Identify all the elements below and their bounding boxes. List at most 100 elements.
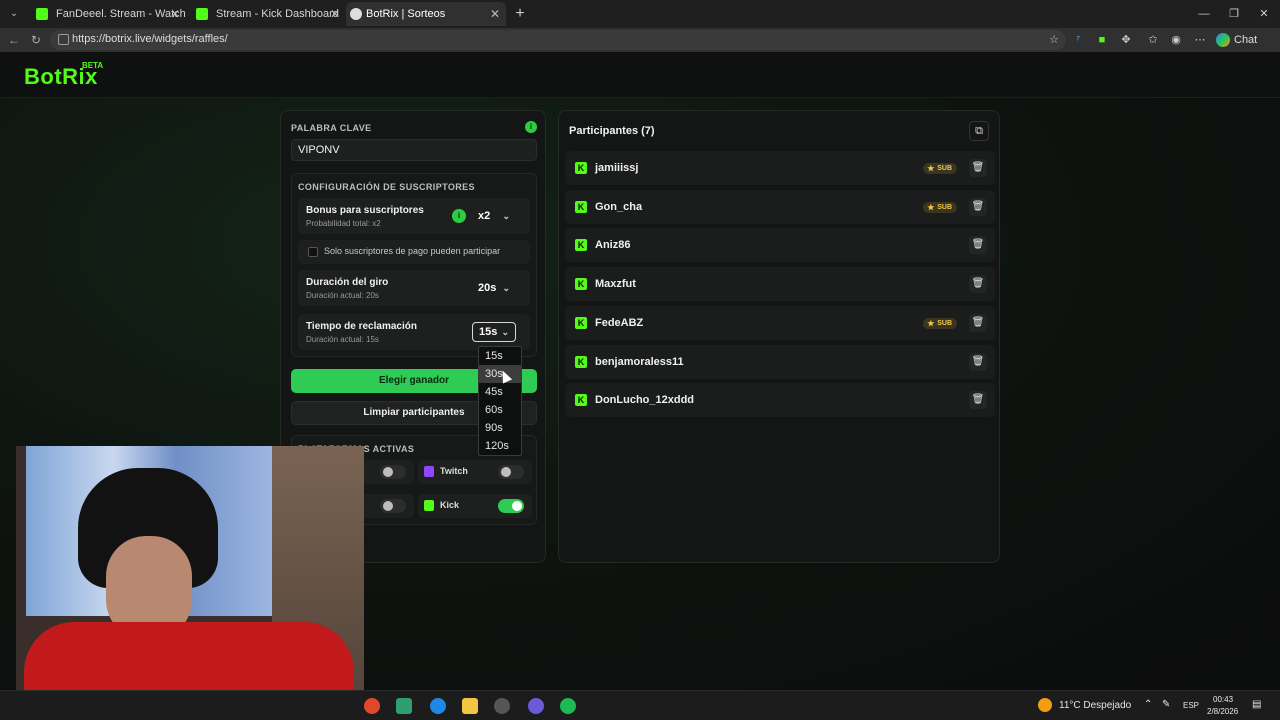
delete-participant-icon[interactable]: 🗑 (969, 313, 987, 332)
kick-icon: K (575, 394, 587, 407)
app-icon[interactable] (364, 698, 380, 714)
copilot-icon (1216, 33, 1230, 47)
delete-participant-icon[interactable]: 🗑 (969, 159, 987, 177)
discord-icon[interactable] (528, 698, 544, 714)
sub-badge: ★ SUB (923, 163, 957, 174)
store-icon[interactable] (396, 698, 412, 714)
participant-name: Gon_cha (595, 200, 643, 213)
claim-option[interactable]: 120s (479, 437, 521, 455)
participants-title: Participantes (7) (569, 125, 655, 137)
participant-name: FedeABZ (595, 316, 644, 329)
delete-participant-icon[interactable]: 🗑 (969, 236, 987, 255)
extension-icon[interactable]: ⁷ (1070, 32, 1086, 48)
toggle-knob (512, 501, 522, 511)
delete-participant-icon[interactable]: 🗑 (969, 275, 987, 294)
url-field[interactable]: https://botrix.live/widgets/raffles/ (50, 30, 1066, 50)
pen-icon[interactable]: ✎ (1162, 699, 1170, 710)
webcam-overlay (16, 446, 364, 690)
kick-icon: K (575, 355, 587, 368)
kick-icon: K (575, 278, 587, 291)
spin-title: Duración del giro (306, 277, 389, 288)
address-bar: ← ↻ https://botrix.live/widgets/raffles/… (0, 28, 1280, 52)
copilot-chat-button[interactable]: Chat (1216, 31, 1257, 49)
participant-name: benjamoraless11 (595, 355, 684, 368)
maximize-icon[interactable]: ❐ (1218, 0, 1250, 28)
delete-participant-icon[interactable]: 🗑 (969, 391, 987, 410)
clock-time[interactable]: 00:43 (1213, 695, 1233, 704)
tab-actions-icon[interactable]: ⌄ (4, 4, 24, 24)
site-info-icon[interactable] (58, 34, 69, 45)
browser-tab-bar: ⌄ FanDeeel. Stream - Watch Live on ✕ Str… (0, 0, 1280, 28)
close-tab-icon[interactable]: ✕ (170, 2, 180, 26)
claim-option[interactable]: 60s (479, 401, 521, 419)
claim-option[interactable]: 90s (479, 419, 521, 437)
star-icon: ★ (927, 202, 935, 212)
notifications-icon[interactable]: ▤ (1252, 699, 1261, 710)
paid-only-label: Solo suscriptores de pago pueden partici… (324, 246, 501, 256)
delete-participant-icon[interactable]: 🗑 (969, 352, 987, 371)
bonus-select[interactable]: x2 ⌄ (472, 206, 516, 226)
keyword-input[interactable]: VIPONV (291, 139, 537, 161)
claim-title: Tiempo de reclamación (306, 321, 417, 332)
language-indicator[interactable]: ESP (1183, 701, 1199, 710)
profile-icon[interactable]: ◉ (1168, 32, 1184, 48)
paid-only-checkbox[interactable] (308, 247, 318, 257)
claim-option[interactable]: 45s (479, 383, 521, 401)
claim-time-select[interactable]: 15s ⌄ (472, 322, 516, 342)
windows-taskbar: 11°C Despejado ⌃ ✎ ESP 00:43 2/8/2026 ▤ (0, 690, 1280, 720)
edge-icon[interactable] (430, 698, 446, 714)
spin-duration-row: Duración del giro Duración actual: 20s 2… (298, 270, 530, 306)
tab-kick-dashboard[interactable]: Stream - Kick Dashboard ✕ (186, 2, 346, 26)
minimize-icon[interactable]: — (1188, 0, 1220, 28)
subscriber-bonus-row: Bonus para suscriptores Probabilidad tot… (298, 198, 530, 234)
close-tab-icon[interactable]: ✕ (490, 2, 500, 26)
claim-select-value: 15s (479, 326, 498, 338)
bonus-info-icon[interactable]: i (452, 209, 466, 223)
close-tab-icon[interactable]: ✕ (330, 2, 340, 26)
kick-icon: K (575, 162, 587, 174)
clock-date[interactable]: 2/8/2026 (1207, 707, 1238, 716)
claim-subtitle: Duración actual: 15s (306, 335, 379, 344)
spin-subtitle: Duración actual: 20s (306, 291, 379, 300)
spotify-icon[interactable] (560, 698, 576, 714)
kick-icon: K (575, 239, 587, 252)
subscriber-config-label: CONFIGURACIÓN DE SUSCRIPTORES (298, 182, 475, 192)
tab-fandeeel[interactable]: FanDeeel. Stream - Watch Live on ✕ (26, 2, 186, 26)
info-icon[interactable]: i (525, 121, 537, 133)
participant-name: DonLucho_12xddd (595, 394, 695, 407)
claim-option[interactable]: 15s (479, 347, 521, 365)
platform-toggle[interactable] (380, 499, 406, 513)
close-window-icon[interactable]: ✕ (1248, 0, 1280, 28)
back-icon[interactable]: ← (6, 32, 22, 48)
beta-badge: BETA (82, 61, 104, 70)
participant-row: K Aniz86 🗑 (565, 228, 995, 263)
favorite-star-icon[interactable]: ☆ (1046, 32, 1062, 48)
reload-icon[interactable]: ↻ (28, 32, 44, 48)
delete-participant-icon[interactable]: 🗑 (969, 197, 987, 216)
participant-row: K Maxzfut 🗑 (565, 267, 995, 302)
botrix-favicon-icon (350, 8, 362, 20)
tray-chevron-icon[interactable]: ⌃ (1144, 699, 1152, 710)
tab-botrix-sorteos[interactable]: BotRix | Sorteos ✕ (346, 2, 506, 26)
kick-extension-icon[interactable]: ■ (1094, 32, 1110, 48)
platform-toggle[interactable] (380, 465, 406, 479)
kick-icon: K (575, 316, 587, 329)
paid-only-row[interactable]: Solo suscriptores de pago pueden partici… (298, 240, 530, 264)
more-options-icon[interactable]: ⋯ (1192, 32, 1208, 48)
sub-badge-label: SUB (937, 319, 952, 327)
favorites-icon[interactable]: ✩ (1145, 32, 1161, 48)
extensions-puzzle-icon[interactable]: ✥ (1118, 32, 1134, 48)
claim-time-row: Tiempo de reclamación Duración actual: 1… (298, 314, 530, 350)
copy-icon[interactable]: ⧉ (969, 121, 989, 141)
platform-name: Twitch (440, 466, 468, 476)
star-icon: ★ (927, 164, 935, 173)
spin-duration-select[interactable]: 20s ⌄ (472, 278, 516, 298)
new-tab-icon[interactable]: + (510, 2, 530, 26)
chevron-down-icon: ⌄ (502, 211, 510, 221)
weather-text[interactable]: 11°C Despejado (1059, 700, 1131, 711)
twitch-toggle[interactable] (498, 465, 524, 479)
obs-icon[interactable] (494, 698, 510, 714)
file-explorer-icon[interactable] (462, 698, 478, 714)
kick-toggle[interactable] (498, 499, 524, 513)
weather-icon (1038, 698, 1052, 712)
